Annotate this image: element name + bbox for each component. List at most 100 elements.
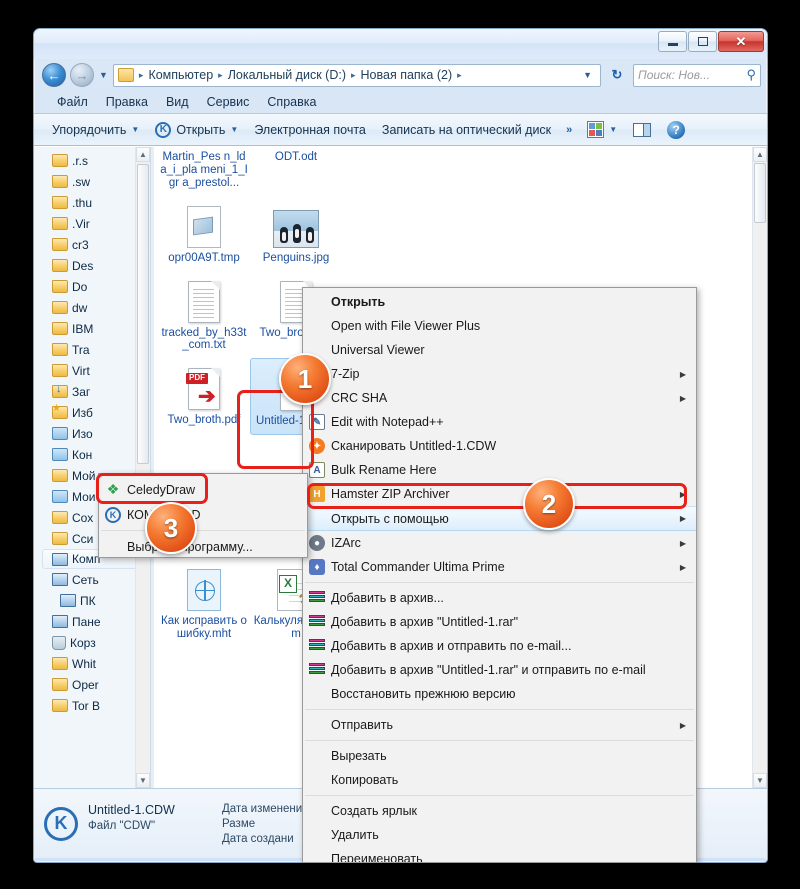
tree-item[interactable]: Изб (34, 402, 150, 423)
context-menu-item-send-to[interactable]: Отправить ▶ (303, 713, 696, 737)
tree-item[interactable]: .sw (34, 171, 150, 192)
list-item[interactable]: PDF ➔ Two_broth.pdf (158, 358, 250, 435)
context-menu-item-file-viewer-plus[interactable]: Open with File Viewer Plus (303, 314, 696, 338)
context-menu-item-rename[interactable]: Переименовать (303, 847, 696, 862)
context-menu-item-restore-previous-version[interactable]: Восстановить прежнюю версию (303, 682, 696, 706)
tree-item[interactable]: Virt (34, 360, 150, 381)
tree-item[interactable]: Заг (34, 381, 150, 402)
tree-item[interactable]: dw (34, 297, 150, 318)
tree-item[interactable]: .r.s (34, 150, 150, 171)
list-item[interactable]: Как исправить ошибку.mht (158, 559, 250, 647)
tree-item-pc[interactable]: ПК (34, 590, 150, 611)
refresh-button[interactable]: ↻ (605, 64, 629, 87)
help-button[interactable]: ? (659, 117, 693, 143)
scroll-down-icon[interactable]: ▼ (753, 773, 767, 788)
open-button[interactable]: K Открыть ▼ (147, 118, 246, 142)
tree-item-label: Мои (72, 489, 96, 504)
submenu-item-choose-program[interactable]: Выбрать программу... (99, 534, 307, 559)
minimize-button[interactable] (658, 31, 687, 52)
context-menu-item-notepadpp[interactable]: ✎ Edit with Notepad++ (303, 410, 696, 434)
list-item[interactable]: Penguins.jpg (250, 196, 342, 271)
context-menu-item-crc-sha[interactable]: CRC SHA ▶ (303, 386, 696, 410)
breadcrumb[interactable]: ▸ Компьютер ▸ Локальный диск (D:) ▸ Нова… (112, 63, 601, 87)
preview-pane-button[interactable] (625, 119, 659, 141)
context-menu-item-total-commander[interactable]: ♦ Total Commander Ultima Prime ▶ (303, 555, 696, 579)
computer-icon (52, 552, 68, 566)
tree-item[interactable]: .thu (34, 192, 150, 213)
menu-item-file[interactable]: Файл (48, 93, 97, 111)
list-item[interactable]: ODT.odt (250, 151, 342, 196)
tree-item-control-panel[interactable]: Пане (34, 611, 150, 632)
context-menu-item-bulk-rename[interactable]: A Bulk Rename Here (303, 458, 696, 482)
tree-item[interactable]: .Vir (34, 213, 150, 234)
context-menu-item-open-with[interactable]: Открыть с помощью ▶ (303, 506, 696, 531)
context-menu-item-add-to-named-archive[interactable]: Добавить в архив "Untitled-1.rar" (303, 610, 696, 634)
scrollbar-thumb[interactable] (754, 163, 766, 223)
tree-item[interactable]: Изо (34, 423, 150, 444)
maximize-button[interactable] (688, 31, 717, 52)
organize-button[interactable]: Упорядочить ▼ (44, 119, 147, 141)
favorites-icon (52, 403, 68, 419)
file-list-scrollbar[interactable]: ▲ ▼ (752, 147, 767, 788)
context-menu-item-delete[interactable]: Удалить (303, 823, 696, 847)
winrar-icon (307, 637, 327, 655)
scrollbar-thumb[interactable] (137, 164, 149, 464)
address-dropdown-icon[interactable]: ▼ (578, 70, 597, 80)
menu-item-tools[interactable]: Сервис (198, 93, 259, 111)
context-menu-item-label: Сканировать Untitled-1.CDW (331, 439, 497, 453)
winrar-icon (307, 613, 327, 631)
list-item[interactable]: Martin_Pes n_lda_i_pla meni_1_Igr a_pres… (158, 151, 250, 196)
context-menu-item-copy[interactable]: Копировать (303, 768, 696, 792)
scroll-up-icon[interactable]: ▲ (136, 147, 150, 162)
tree-item[interactable]: Tra (34, 339, 150, 360)
tree-item[interactable]: Whit (34, 653, 150, 674)
context-menu-item-open[interactable]: Открыть (303, 290, 696, 314)
list-item[interactable]: opr00A9T.tmp (158, 196, 250, 271)
context-menu-item-7zip[interactable]: 7-Zip ▶ (303, 362, 696, 386)
menu-item-help[interactable]: Справка (258, 93, 325, 111)
navigation-scrollbar[interactable]: ▲ ▼ (135, 147, 150, 788)
tree-item[interactable]: IBM (34, 318, 150, 339)
toolbar-overflow-button[interactable]: » (559, 120, 579, 140)
back-button[interactable]: ← (42, 63, 66, 87)
context-menu-item-label: CRC SHA (331, 391, 388, 405)
tree-item[interactable]: Кон (34, 444, 150, 465)
tree-item[interactable]: Do (34, 276, 150, 297)
change-view-button[interactable]: ▼ (579, 117, 625, 142)
email-button[interactable]: Электронная почта (246, 119, 374, 141)
tree-item[interactable]: cr3 (34, 234, 150, 255)
context-menu-item-cut[interactable]: Вырезать (303, 744, 696, 768)
context-menu-item-izarc[interactable]: ● IZArc ▶ (303, 531, 696, 555)
tree-item-network[interactable]: Сеть (34, 569, 150, 590)
menu-item-view[interactable]: Вид (157, 93, 198, 111)
context-menu-item-universal-viewer[interactable]: Universal Viewer (303, 338, 696, 362)
submenu-item-kompas-3d[interactable]: K КОМПАС-3D (99, 502, 307, 527)
tree-item[interactable]: Des (34, 255, 150, 276)
context-menu-item-hamster-zip[interactable]: H Hamster ZIP Archiver ▶ (303, 482, 696, 506)
breadcrumb-item-new-folder[interactable]: Новая папка (2) (359, 67, 455, 83)
submenu-item-celedydraw[interactable]: ❖ CeledyDraw (99, 477, 307, 502)
tree-item-recycle-bin[interactable]: Корз (34, 632, 150, 653)
search-icon: ⚲ (746, 67, 756, 82)
burn-button[interactable]: Записать на оптический диск (374, 119, 559, 141)
context-menu[interactable]: Открыть Open with File Viewer Plus Unive… (302, 287, 697, 863)
context-menu-item-add-to-archive[interactable]: Добавить в архив... (303, 586, 696, 610)
breadcrumb-item-local-disk[interactable]: Локальный диск (D:) (226, 67, 348, 83)
tree-item[interactable]: Tor B (34, 695, 150, 716)
context-menu-item-named-archive-and-email[interactable]: Добавить в архив "Untitled-1.rar" и отпр… (303, 658, 696, 682)
navigation-pane[interactable]: .r.s .sw .thu .Vir cr3 Des Do dw IBM Tra… (34, 147, 150, 788)
recent-pages-button[interactable]: ▼ (98, 70, 109, 80)
context-menu-item-avast-scan[interactable]: ✦ Сканировать Untitled-1.CDW (303, 434, 696, 458)
scroll-up-icon[interactable]: ▲ (753, 147, 767, 162)
scroll-down-icon[interactable]: ▼ (136, 773, 150, 788)
open-with-submenu[interactable]: ❖ CeledyDraw K КОМПАС-3D Выбрать програм… (98, 473, 308, 558)
menu-item-edit[interactable]: Правка (97, 93, 157, 111)
forward-button[interactable]: → (70, 63, 94, 87)
search-input[interactable]: Поиск: Нов... ⚲ (633, 63, 761, 87)
tree-item[interactable]: Oper (34, 674, 150, 695)
breadcrumb-item-computer[interactable]: Компьютер (146, 67, 215, 83)
list-item[interactable]: tracked_by_h33t_com.txt (158, 271, 250, 359)
context-menu-item-create-shortcut[interactable]: Создать ярлык (303, 799, 696, 823)
close-button[interactable]: ✕ (718, 31, 764, 52)
context-menu-item-archive-and-email[interactable]: Добавить в архив и отправить по e-mail..… (303, 634, 696, 658)
